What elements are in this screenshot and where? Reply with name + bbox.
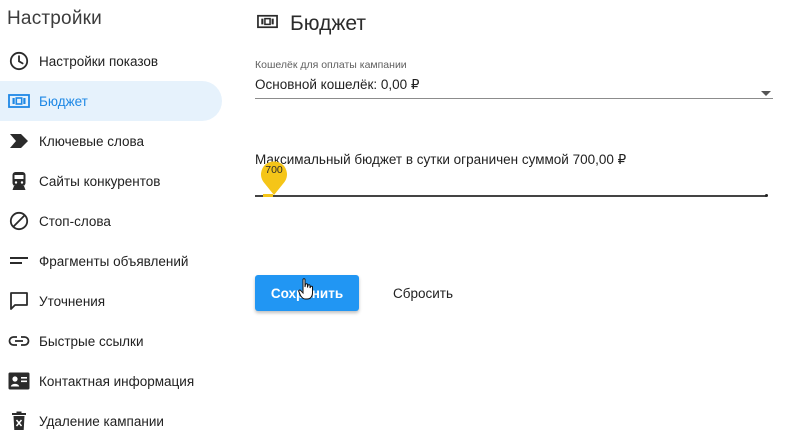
dropdown-arrow-icon	[761, 83, 771, 101]
page-title: Бюджет	[257, 12, 366, 36]
wallet-select-value: Основной кошелёк: 0,00 ₽	[255, 77, 420, 92]
page-title-text: Бюджет	[290, 12, 366, 35]
sidebar-item-label: Бюджет	[39, 93, 88, 109]
sidebar-item-stop-words[interactable]: Стоп-слова	[0, 201, 222, 241]
short-text-icon	[8, 250, 30, 272]
wallet-select[interactable]: Основной кошелёк: 0,00 ₽	[255, 74, 773, 99]
sidebar-item-label: Контактная информация	[39, 373, 195, 389]
slider-track[interactable]	[255, 195, 766, 197]
sidebar-item-keywords[interactable]: Ключевые слова	[0, 121, 222, 161]
sidebar-item-label: Настройки показов	[39, 53, 159, 69]
sidebar-item-quick-links[interactable]: Быстрые ссылки	[0, 321, 222, 361]
label-icon	[8, 130, 30, 152]
block-icon	[8, 210, 30, 232]
sidebar-item-delete-campaign[interactable]: Удаление кампании	[0, 401, 222, 441]
main-content: Бюджет Кошелёк для оплаты кампании Основ…	[232, 0, 798, 444]
sidebar-title: Настройки	[7, 8, 102, 29]
sidebar-item-competitor-sites[interactable]: Сайты конкурентов	[0, 161, 222, 201]
sidebar-item-label: Фрагменты объявлений	[39, 253, 189, 269]
save-button[interactable]: Сохранить	[255, 275, 359, 311]
sidebar-item-label: Сайты конкурентов	[39, 173, 161, 189]
money-icon	[8, 90, 30, 112]
slider-value-label: 700	[265, 164, 283, 176]
sidebar-item-label: Стоп-слова	[39, 213, 111, 229]
sidebar-item-budget[interactable]: Бюджет	[0, 81, 222, 121]
trash-icon	[8, 410, 30, 432]
slider-track-end	[765, 194, 768, 197]
money-icon	[257, 14, 278, 34]
sidebar-item-contact-info[interactable]: Контактная информация	[0, 361, 222, 401]
sidebar: Настройки Настройки показов Бюджет Ключе…	[0, 0, 232, 444]
contact-card-icon	[8, 370, 30, 392]
sidebar-item-ad-fragments[interactable]: Фрагменты объявлений	[0, 241, 222, 281]
sidebar-item-label: Ключевые слова	[39, 133, 145, 149]
slider-thumb[interactable]: 700	[260, 160, 288, 196]
chat-bubble-icon	[8, 290, 30, 312]
link-icon	[8, 330, 30, 352]
budget-slider[interactable]: 700	[255, 160, 768, 210]
sidebar-item-label: Удаление кампании	[39, 413, 164, 429]
sidebar-item-label: Быстрые ссылки	[39, 333, 144, 349]
wallet-caption: Кошелёк для оплаты кампании	[255, 59, 407, 71]
sidebar-item-label: Уточнения	[39, 293, 106, 309]
sidebar-item-refinements[interactable]: Уточнения	[0, 281, 222, 321]
sidebar-item-display-settings[interactable]: Настройки показов	[0, 41, 222, 81]
reset-button[interactable]: Сбросить	[375, 275, 471, 311]
clock-icon	[8, 50, 30, 72]
train-icon	[8, 170, 30, 192]
